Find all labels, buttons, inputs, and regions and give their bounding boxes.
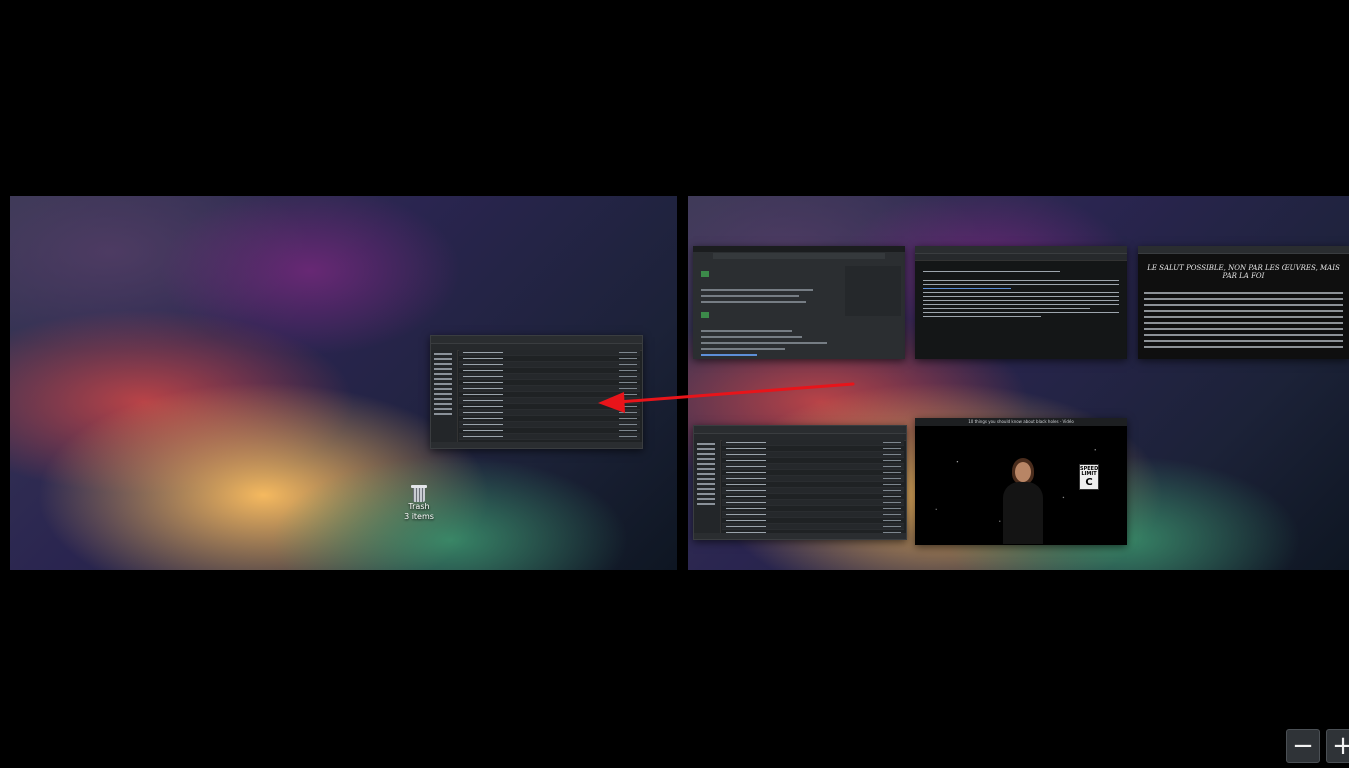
trash-icon [410,484,428,502]
status-bar [694,533,906,539]
video-window-title: 10 things you should know about black ho… [915,418,1127,426]
status-bar [431,442,642,448]
browser-side-panel [845,266,901,316]
window-toolbar [915,254,1127,261]
file-manager-window-thumbnail[interactable] [430,335,643,449]
document-page-window-thumbnail[interactable]: LE SALUT POSSIBLE, NON PAR LES ŒUVRES, M… [1138,246,1349,359]
document-body [1144,288,1343,352]
speed-limit-sign: SPEED LIMIT C [1079,464,1099,490]
web-browser-window-thumbnail[interactable] [693,246,905,359]
window-titlebar [431,336,642,344]
window-titlebar [694,426,906,434]
video-frame: SPEED LIMIT C [915,426,1127,545]
places-sidebar [694,440,721,533]
virtual-desktop-1[interactable]: Trash 3 items [10,196,677,570]
zoom-in-button[interactable]: + [1326,729,1349,763]
trash-label: Trash [408,502,430,511]
file-list [459,350,640,446]
file-list [722,440,904,536]
sign-line-3: C [1085,477,1093,488]
browser-url-bar [713,253,885,259]
browser-page-content [701,266,841,356]
zoom-out-button[interactable]: − [1286,729,1320,763]
document-text [923,268,1119,320]
document-editor-window-thumbnail[interactable] [915,246,1127,359]
virtual-desktop-2[interactable]: LE SALUT POSSIBLE, NON PAR LES ŒUVRES, M… [688,196,1349,570]
presenter-figure [1001,456,1045,544]
browser-tab-bar [693,246,905,252]
window-titlebar [1138,246,1349,254]
file-manager-window-thumbnail-2[interactable] [693,425,907,540]
video-player-window-thumbnail[interactable]: 10 things you should know about black ho… [915,418,1127,545]
window-titlebar [915,246,1127,254]
document-heading: LE SALUT POSSIBLE, NON PAR LES ŒUVRES, M… [1147,264,1340,280]
places-sidebar [431,350,458,442]
trash-desktop-icon[interactable]: Trash 3 items [402,484,436,522]
trash-item-count: 3 items [404,512,434,521]
